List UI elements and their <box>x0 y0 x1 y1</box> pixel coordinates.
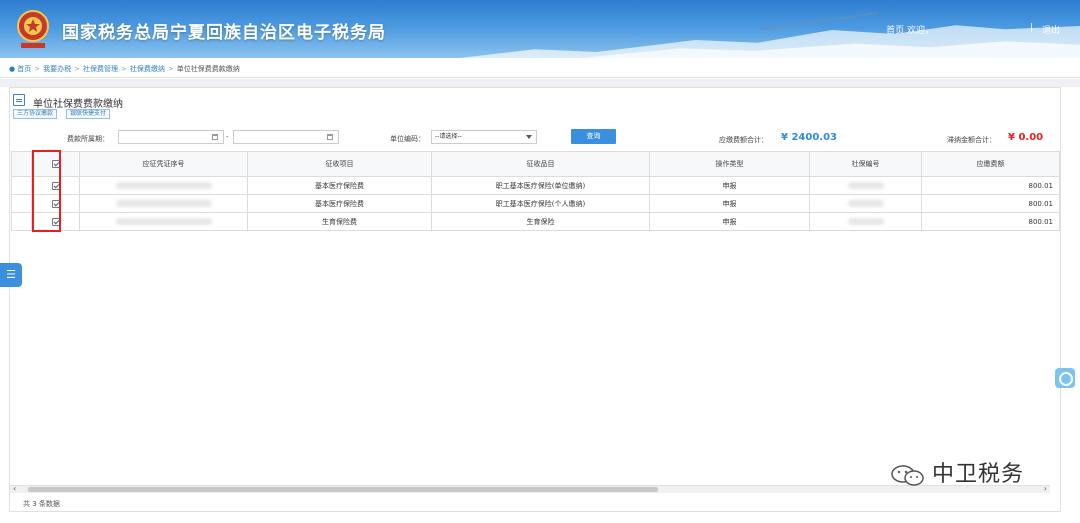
header-levy-subitem[interactable]: 征收品目 <box>431 151 650 177</box>
voucher-no-cell <box>79 176 248 195</box>
header-banner: 国家税务总局宁夏回族自治区电子税务局 首页 欢迎， | 退出 <box>0 0 1080 58</box>
period-end-input[interactable] <box>233 130 339 144</box>
scroll-right-icon[interactable]: › <box>1044 484 1047 493</box>
checkbox-highlight-box <box>32 150 61 232</box>
breadcrumb-home[interactable]: 首页 <box>17 65 31 73</box>
operation-type-cell: 申报 <box>649 194 810 213</box>
tax-emblem-icon <box>17 10 49 48</box>
data-table: 应征凭证序号 征收项目 征收品目 操作类型 社保编号 应缴费额 滞 基本医疗保险… <box>11 151 1060 231</box>
breadcrumb-social-insurance-pay[interactable]: 社保费缴纳 <box>130 65 165 73</box>
tripartite-agreement-button[interactable]: 三方协议缴款 <box>13 109 58 119</box>
breadcrumb-social-insurance-mgmt[interactable]: 社保费管理 <box>83 65 118 73</box>
levy-subitem-cell: 职工基本医疗保险(个人缴纳) <box>431 194 650 213</box>
redacted-value <box>847 200 884 207</box>
amount-payable-cell: 800.01 <box>921 212 1060 231</box>
table-row[interactable]: 基本医疗保险费 职工基本医疗保险(个人缴纳) 申报 800.01 <box>11 194 1060 213</box>
redacted-value <box>115 200 212 207</box>
scrollbar-thumb[interactable] <box>28 487 658 492</box>
calendar-icon[interactable] <box>212 134 218 140</box>
header-voucher-no[interactable]: 应征凭证序号 <box>79 151 248 177</box>
late-fee-total-value: ¥ 0.00 <box>1008 132 1044 143</box>
period-range-separator: - <box>226 133 229 141</box>
breadcrumb: ● 首页 > 我要办税 > 社保费管理 > 社保费缴纳 > 单位社保费费款缴纳 <box>0 58 1080 78</box>
levy-item-cell: 生育保险费 <box>247 212 432 231</box>
record-count: 共 3 条数据 <box>23 500 60 508</box>
voucher-no-cell <box>79 212 248 231</box>
levy-item-cell: 基本医疗保险费 <box>247 176 432 195</box>
menu-icon: ☰ <box>6 268 16 281</box>
voucher-no-cell <box>79 194 248 213</box>
redacted-value <box>847 182 884 189</box>
levy-subitem-cell: 生育保险 <box>431 212 650 231</box>
breadcrumb-current: 单位社保费费款缴纳 <box>176 65 240 73</box>
table-viewport: 应征凭证序号 征收项目 征收品目 操作类型 社保编号 应缴费额 滞 基本医疗保险… <box>11 151 1060 231</box>
welcome-text[interactable]: 首页 欢迎， <box>886 23 934 36</box>
header-operation-type[interactable]: 操作类型 <box>649 151 810 177</box>
levy-subitem-cell: 职工基本医疗保险(单位缴纳) <box>431 176 650 195</box>
header-late-fee-truncated[interactable]: 滞 <box>1059 151 1060 177</box>
header-separator: | <box>1030 23 1034 33</box>
late-fee-total-label: 滞纳金额合计： <box>947 136 996 144</box>
customer-service-icon[interactable] <box>1055 368 1075 388</box>
panel-title: 单位社保费费款缴纳 <box>33 99 123 110</box>
levy-item-cell: 基本医疗保险费 <box>247 194 432 213</box>
payable-total-label: 应缴费额合计： <box>719 136 768 144</box>
redacted-value <box>115 218 212 225</box>
watermark-text: 中卫税务 <box>932 462 1025 487</box>
wechat-icon <box>891 465 924 486</box>
table-header-row: 应征凭证序号 征收项目 征收品目 操作类型 社保编号 应缴费额 滞 <box>11 151 1060 177</box>
table-row[interactable]: 基本医疗保险费 职工基本医疗保险(单位缴纳) 申报 800.01 <box>11 176 1060 195</box>
redacted-value <box>115 182 212 189</box>
calendar-icon[interactable] <box>327 134 333 140</box>
spacer-bar <box>0 79 1080 87</box>
query-button[interactable]: 查询 <box>571 129 616 144</box>
social-security-no-cell <box>809 212 922 231</box>
payable-total-value: ¥ 2400.03 <box>781 132 837 143</box>
logout-link[interactable]: 退出 <box>1042 23 1060 36</box>
unit-code-label: 单位编码： <box>390 135 425 143</box>
header-blank <box>11 151 32 177</box>
operation-type-cell: 申报 <box>649 176 810 195</box>
header-levy-item[interactable]: 征收项目 <box>247 151 432 177</box>
header-social-security-no[interactable]: 社保编号 <box>809 151 922 177</box>
social-security-no-cell <box>809 176 922 195</box>
period-label: 费款所属期： <box>67 135 109 143</box>
amount-payable-cell: 800.01 <box>921 194 1060 213</box>
breadcrumb-tax-handling[interactable]: 我要办税 <box>43 65 71 73</box>
location-pin-icon: ● <box>9 65 16 73</box>
social-security-no-cell <box>809 194 922 213</box>
redacted-value <box>847 218 884 225</box>
watermark: 中卫税务 <box>890 456 1024 488</box>
scroll-left-icon[interactable]: ‹ <box>13 484 16 493</box>
form-icon <box>13 94 25 106</box>
amount-payable-cell: 800.01 <box>921 176 1060 195</box>
site-title: 国家税务总局宁夏回族自治区电子税务局 <box>62 23 386 43</box>
period-start-input[interactable] <box>118 130 224 144</box>
side-menu-tab[interactable]: ☰ <box>0 263 22 287</box>
table-row[interactable]: 生育保险费 生育保险 申报 800.01 <box>11 212 1060 231</box>
operation-type-cell: 申报 <box>649 212 810 231</box>
header-amount-payable[interactable]: 应缴费额 <box>921 151 1060 177</box>
chevron-down-icon <box>526 135 532 139</box>
unionpay-quickpay-button[interactable]: 银联快捷支付 <box>66 109 111 119</box>
unit-code-select[interactable]: --请选择-- <box>431 130 537 144</box>
